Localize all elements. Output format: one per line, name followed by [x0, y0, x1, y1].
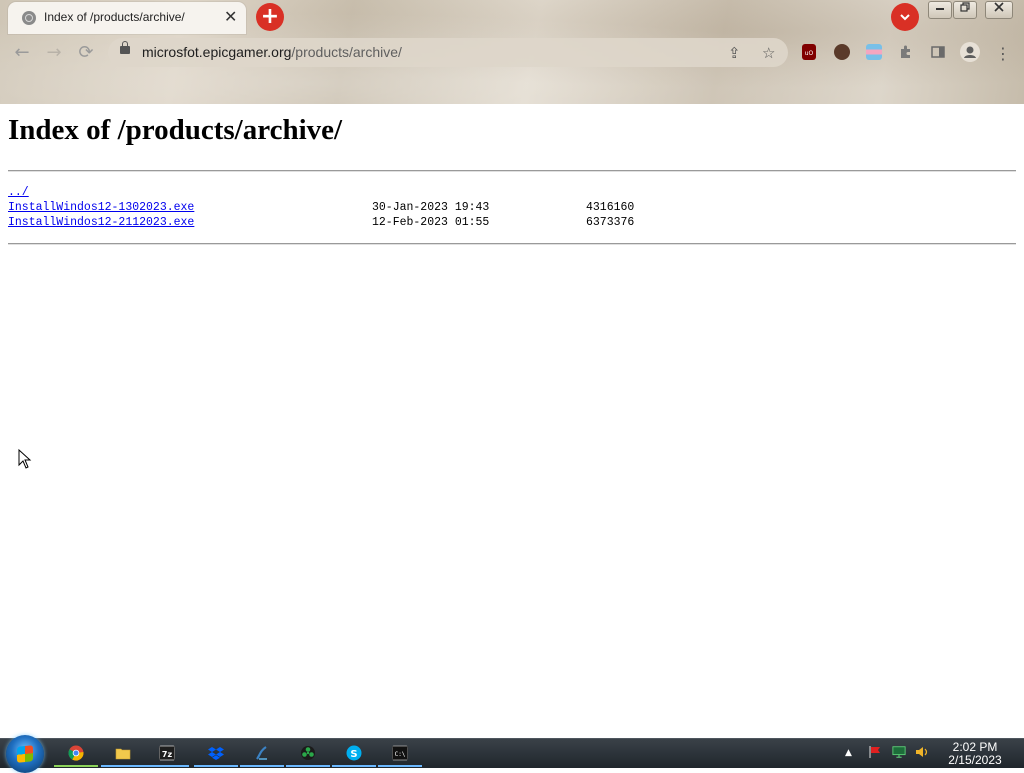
chrome-icon [68, 745, 84, 761]
forward-button[interactable]: → [43, 42, 65, 63]
page-title: Index of /products/archive/ [8, 114, 343, 146]
window-restore-button[interactable] [953, 1, 977, 19]
tab-title: Index of /products/archive/ [44, 10, 185, 24]
close-icon [994, 2, 1004, 12]
bookmark-star-icon[interactable]: ☆ [762, 44, 775, 62]
file-link[interactable]: InstallWindos12-2112023.exe [8, 216, 194, 229]
restore-icon [960, 2, 970, 12]
svg-text:uO: uO [805, 50, 814, 57]
show-hidden-icons-button[interactable]: ▲ [845, 748, 859, 762]
file-date: 12-Feb-2023 01:55 [372, 216, 490, 229]
avatar-extension-icon[interactable] [834, 44, 850, 60]
minimize-icon [936, 8, 944, 10]
taskbar: 7z S C:\ ▲ 2:02 PM 2/15/2023 [0, 735, 1024, 773]
directory-listing: ../ InstallWindos12-1302023.exe 30-Jan-2… [8, 185, 708, 230]
chevron-down-icon [900, 14, 910, 21]
window-minimize-button[interactable] [928, 1, 952, 19]
python-taskbar-icon[interactable] [240, 739, 284, 767]
profile-icon[interactable] [960, 42, 980, 62]
dropbox-icon [208, 747, 224, 760]
python-idle-icon [256, 746, 267, 760]
svg-text:S: S [350, 749, 357, 760]
url-text[interactable]: microsfot.epicgamer.org/products/archive… [142, 44, 402, 60]
top-divider [8, 170, 1016, 172]
puzzle-extensions-icon[interactable] [898, 44, 914, 60]
url-path: /products/archive/ [291, 44, 402, 60]
browser-toolbar: ← → ⟳ microsfot.epicgamer.org/products/a… [0, 36, 1024, 70]
action-center-flag-icon[interactable] [868, 745, 882, 759]
tab-close-button[interactable]: ✕ [224, 8, 237, 26]
system-clock[interactable]: 2:02 PM 2/15/2023 [940, 741, 1010, 767]
list-item: InstallWindos12-2112023.exe 12-Feb-2023 … [8, 215, 708, 230]
tab-active[interactable]: Index of /products/archive/ ✕ [8, 2, 246, 34]
lock-icon [120, 41, 130, 54]
folder-icon [115, 748, 131, 760]
browser-menu-button[interactable]: ⋮ [992, 44, 1014, 63]
file-date: 30-Jan-2023 19:43 [372, 201, 490, 214]
globe-icon [22, 11, 36, 25]
ublock-origin-icon[interactable]: uO [802, 44, 816, 60]
flag-extension-icon[interactable] [866, 44, 882, 60]
network-icon[interactable] [892, 745, 906, 759]
url-host: microsfot.epicgamer.org [142, 44, 292, 60]
bottom-divider [8, 243, 1016, 245]
parent-directory-link[interactable]: ../ [8, 186, 29, 199]
browser-chrome: Index of /products/archive/ ✕ + ← → ⟳ mi… [0, 0, 1024, 104]
svg-text:C:\: C:\ [395, 751, 406, 758]
list-item: InstallWindos12-1302023.exe 30-Jan-2023 … [8, 200, 708, 215]
back-button[interactable]: ← [11, 42, 33, 63]
7zip-icon: 7z [159, 745, 175, 761]
volume-icon[interactable] [915, 745, 929, 759]
clock-date: 2/15/2023 [948, 753, 1002, 767]
start-button[interactable] [6, 735, 44, 773]
skype-taskbar-icon[interactable]: S [332, 739, 376, 767]
skype-icon: S [346, 745, 362, 761]
page-content: Index of /products/archive/ ../ InstallW… [0, 104, 1024, 738]
mouse-cursor-icon [18, 448, 32, 469]
file-size: 6373376 [586, 216, 635, 229]
file-explorer-taskbar-icon[interactable] [101, 739, 145, 767]
tab-search-button[interactable] [891, 3, 919, 31]
greenshot-icon [301, 746, 315, 760]
side-panel-icon[interactable] [930, 44, 946, 60]
new-tab-button[interactable]: + [256, 3, 284, 31]
list-item: ../ [8, 185, 708, 200]
greenshot-taskbar-icon[interactable] [286, 739, 330, 767]
file-size: 4316160 [586, 201, 635, 214]
7zip-taskbar-icon[interactable]: 7z [145, 739, 189, 767]
command-prompt-icon: C:\ [392, 745, 408, 761]
share-icon[interactable]: ⇪ [728, 44, 741, 62]
address-bar[interactable]: microsfot.epicgamer.org/products/archive… [108, 38, 788, 67]
reload-button[interactable]: ⟳ [75, 42, 97, 63]
window-close-button[interactable] [985, 1, 1013, 19]
chrome-taskbar-icon[interactable] [54, 739, 98, 767]
file-link[interactable]: InstallWindos12-1302023.exe [8, 201, 194, 214]
svg-text:7z: 7z [162, 750, 173, 759]
dropbox-taskbar-icon[interactable] [194, 739, 238, 767]
cmd-taskbar-icon[interactable]: C:\ [378, 739, 422, 767]
